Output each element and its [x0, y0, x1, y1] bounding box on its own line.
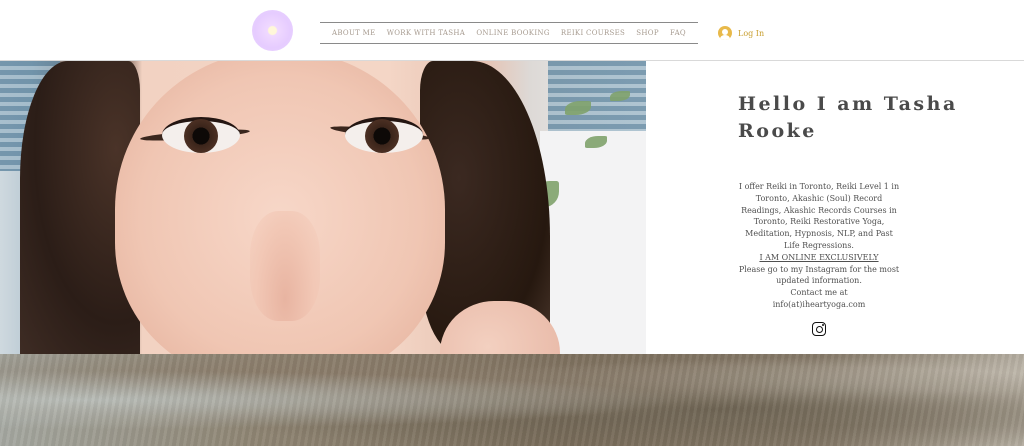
main-nav: ABOUT ME WORK WITH TASHA ONLINE BOOKING …	[320, 22, 698, 44]
instagram-icon[interactable]	[812, 322, 826, 336]
contact-label: Contact me at	[790, 288, 848, 298]
nav-item-shop[interactable]: SHOP	[636, 29, 659, 37]
hero-portrait-photo	[0, 61, 646, 354]
left-iris	[184, 119, 218, 153]
intro-panel: Hello I am Tasha Rooke I offer Reiki in …	[646, 61, 1024, 354]
login-button[interactable]: Log In	[718, 25, 764, 41]
site-header: ABOUT ME WORK WITH TASHA ONLINE BOOKING …	[0, 0, 1024, 61]
nav-item-reiki-courses[interactable]: REIKI COURSES	[561, 29, 625, 37]
intro-text: I offer Reiki in Toronto, Reiki Level 1 …	[738, 181, 900, 311]
background-wall	[540, 131, 646, 354]
mandala-logo-icon[interactable]	[252, 10, 293, 51]
left-eye	[162, 117, 240, 153]
nav-item-work-with-tasha[interactable]: WORK WITH TASHA	[387, 29, 465, 37]
right-eye	[345, 117, 423, 153]
nose	[250, 211, 320, 321]
user-avatar-icon	[718, 26, 732, 40]
online-exclusively-link[interactable]: I AM ONLINE EXCLUSIVELY	[759, 253, 878, 262]
page-title: Hello I am Tasha Rooke	[738, 93, 958, 142]
contact-email: info(at)iheartyoga.com	[772, 299, 866, 309]
right-iris	[365, 119, 399, 153]
window-blinds-right	[548, 61, 646, 131]
login-label: Log In	[738, 28, 765, 38]
nav-item-faq[interactable]: FAQ	[670, 29, 686, 37]
background-texture-strip	[0, 354, 1024, 446]
instagram-note: Please go to my Instagram for the most u…	[738, 264, 900, 286]
intro-paragraph: I offer Reiki in Toronto, Reiki Level 1 …	[738, 182, 900, 250]
nav-item-about-me[interactable]: ABOUT ME	[332, 29, 376, 37]
nav-item-online-booking[interactable]: ONLINE BOOKING	[476, 29, 549, 37]
